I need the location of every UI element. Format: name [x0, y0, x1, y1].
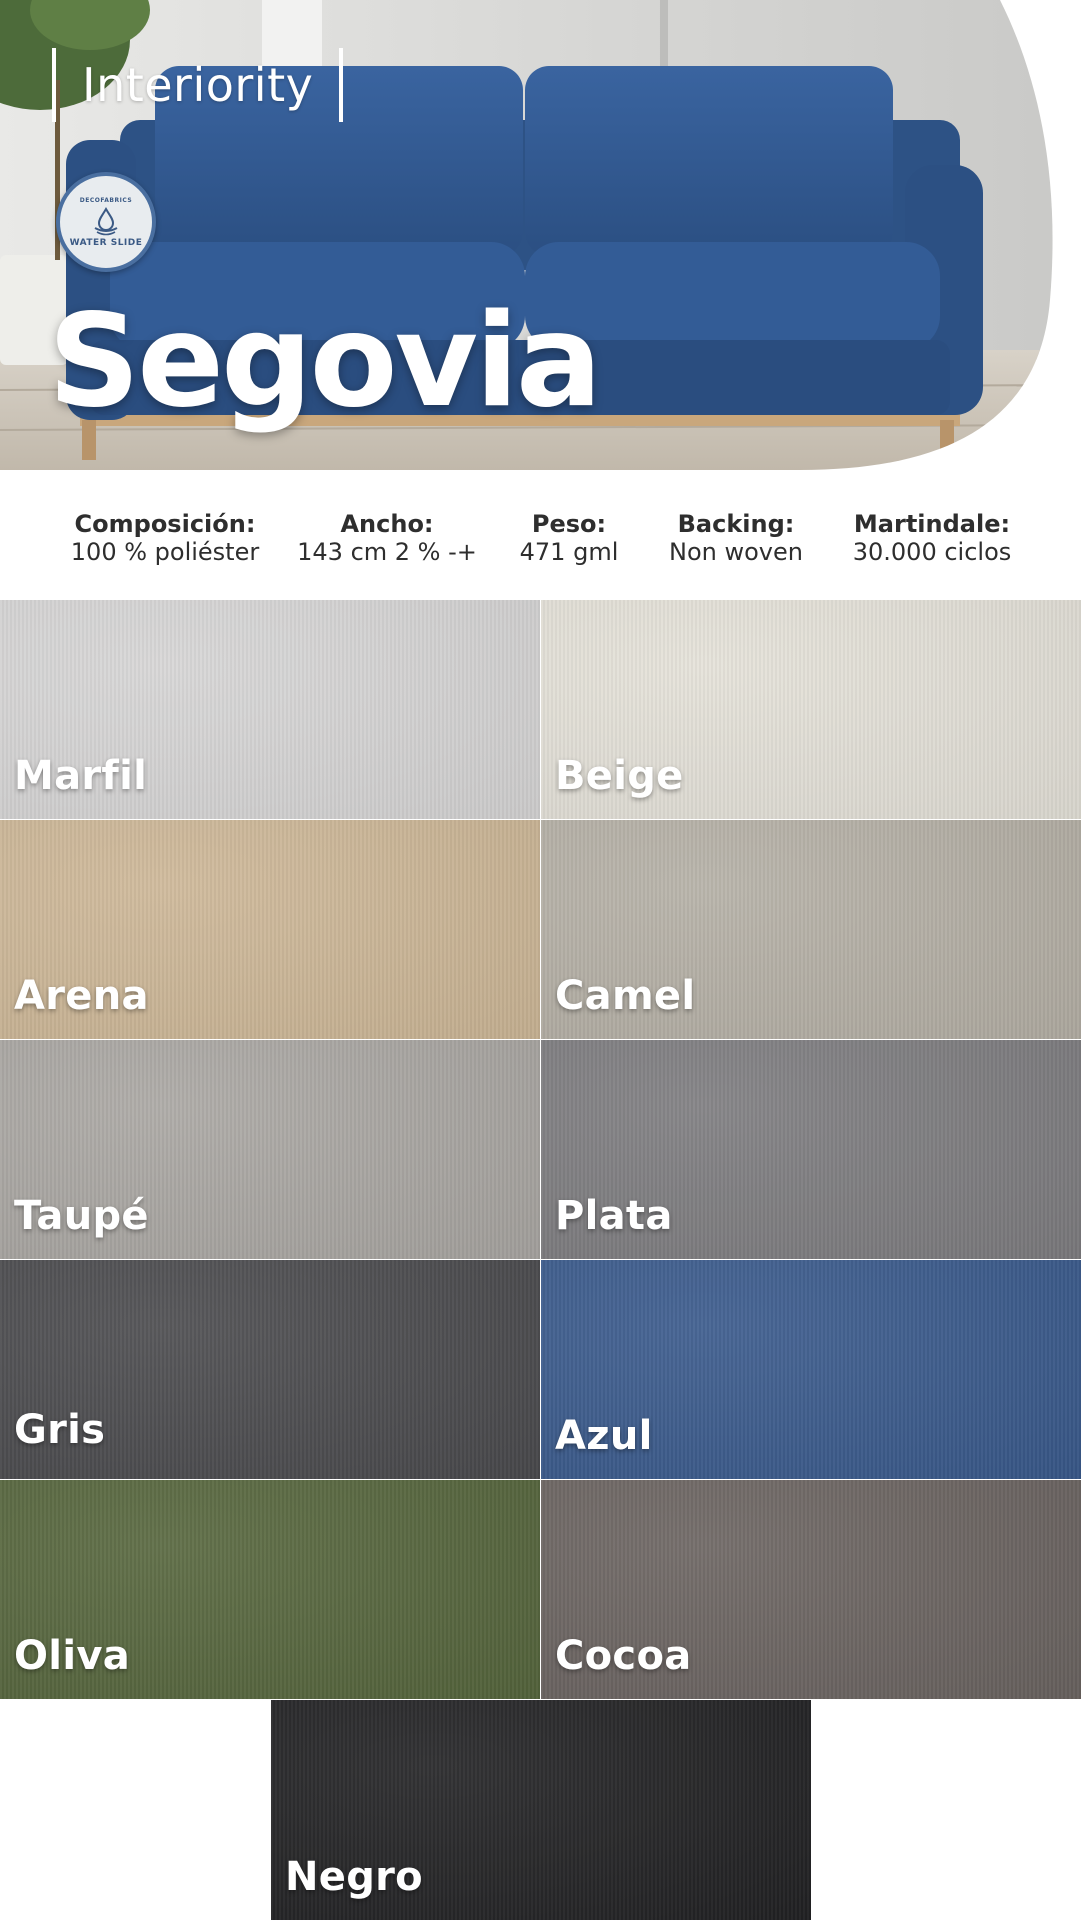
swatch-label: Gris — [14, 1407, 106, 1453]
brand-divider-right — [339, 48, 344, 122]
swatch-beige[interactable]: Beige — [541, 600, 1081, 819]
spec-label: Composición: — [74, 510, 256, 538]
swatch-negro[interactable]: Negro — [271, 1700, 811, 1920]
spec-label: Martindale: — [853, 510, 1011, 538]
spec-label: Peso: — [531, 510, 607, 538]
brand-name: Interiority — [82, 58, 314, 112]
spec-label: Backing: — [677, 510, 795, 538]
swatch-cocoa[interactable]: Cocoa — [541, 1480, 1081, 1699]
product-title: Segovia — [48, 287, 602, 436]
spec-value: 143 cm 2 % -+ — [297, 538, 477, 566]
swatch-label: Azul — [555, 1413, 653, 1459]
swatch-camel[interactable]: Camel — [541, 820, 1081, 1039]
spec-peso: Peso: 471 gml — [509, 510, 629, 566]
water-drop-icon — [94, 206, 118, 235]
swatch-label: Arena — [14, 973, 149, 1019]
swatch-label: Beige — [555, 753, 684, 799]
swatch-label: Marfil — [14, 753, 148, 799]
swatch-oliva[interactable]: Oliva — [0, 1480, 540, 1699]
swatch-label: Cocoa — [555, 1633, 692, 1679]
swatch-azul[interactable]: Azul — [541, 1260, 1081, 1479]
swatch-label: Taupé — [14, 1193, 149, 1239]
spec-value: Non woven — [669, 538, 803, 566]
swatch-arena[interactable]: Arena — [0, 820, 540, 1039]
spec-value: 471 gml — [519, 538, 619, 566]
spec-backing: Backing: Non woven — [656, 510, 816, 566]
spec-ancho: Ancho: 143 cm 2 % -+ — [292, 510, 482, 566]
specs-row: Composición: 100 % poliéster Ancho: 143 … — [0, 510, 1081, 580]
spec-composicion: Composición: 100 % poliéster — [60, 510, 270, 566]
spec-martindale: Martindale: 30.000 ciclos — [843, 510, 1021, 566]
badge-bottom-text: WATER SLIDE — [69, 237, 143, 248]
swatch-label: Camel — [555, 973, 696, 1019]
spec-label: Ancho: — [340, 510, 434, 538]
swatch-plata[interactable]: Plata — [541, 1040, 1081, 1259]
swatch-label: Oliva — [14, 1633, 130, 1679]
brand-logo: Interiority — [52, 48, 344, 122]
spec-value: 30.000 ciclos — [852, 538, 1012, 566]
water-slide-badge-icon: DECOFABRICS WATER SLIDE — [56, 172, 156, 272]
swatch-gris[interactable]: Gris — [0, 1260, 540, 1479]
swatch-label: Plata — [555, 1193, 673, 1239]
swatch-label: Negro — [285, 1854, 423, 1900]
swatch-marfil[interactable]: Marfil — [0, 600, 540, 819]
spec-value: 100 % poliéster — [70, 538, 260, 566]
swatch-taupe[interactable]: Taupé — [0, 1040, 540, 1259]
badge-top-text: DECOFABRICS — [79, 196, 133, 204]
